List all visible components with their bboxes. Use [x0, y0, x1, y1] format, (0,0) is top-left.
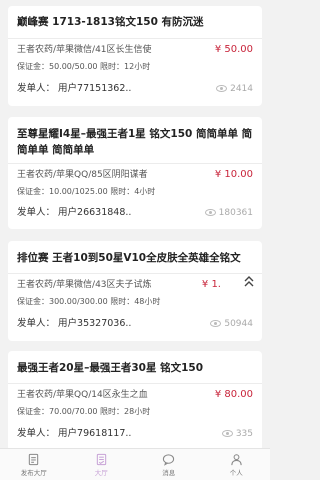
- tab-publish-hall[interactable]: 发布大厅: [0, 449, 68, 480]
- listing-publisher-row: 发单人： 用户77151362.. 2414: [17, 81, 253, 97]
- listing-account-row: 王者农药/苹果微信/43区夫子试炼 ¥ 1.: [17, 277, 253, 293]
- listing-publisher-row: 发单人： 用户35327036.. 50944: [17, 316, 253, 332]
- view-count-value: 335: [235, 429, 253, 439]
- listing-title: 至尊星耀I4星–最强王者1星 铭文150 简简单单 简简单单 简简单单: [17, 128, 253, 156]
- divider: [8, 38, 262, 39]
- listing-terms: 保证金：10.00/1025.00 限时：4小时: [17, 187, 156, 196]
- list-icon: [96, 453, 106, 465]
- divider: [8, 163, 262, 164]
- tab-profile[interactable]: 个人: [203, 449, 271, 480]
- view-count: 335: [221, 426, 253, 442]
- listing-terms: 保证金：50.00/50.00 限时：12小时: [17, 62, 151, 71]
- listing-terms: 保证金：70.00/70.00 限时：28小时: [17, 407, 151, 416]
- view-count-value: 50944: [224, 319, 253, 329]
- listing-account: 王者农药/苹果微信/41区长生信使: [17, 45, 152, 55]
- listing-price: ¥ 50.00: [214, 44, 253, 55]
- view-count-value: 2414: [230, 84, 253, 94]
- listing-price: ¥ 80.00: [214, 389, 253, 400]
- view-count: 50944: [210, 316, 253, 332]
- listing-title: 最强王者20星–最强王者30星 铭文150: [17, 362, 204, 374]
- listing-card[interactable]: 最强王者20星–最强王者30星 铭文150 王者农药/苹果QQ/14区永生之血 …: [8, 351, 262, 448]
- eye-icon: [210, 320, 222, 327]
- view-count: 180361: [204, 205, 253, 221]
- listing-card[interactable]: 至尊星耀I4星–最强王者1星 铭文150 简简单单 简简单单 简简单单 王者农药…: [8, 117, 262, 229]
- chat-bubble-icon: [163, 453, 175, 466]
- listing-publisher: 发单人： 用户77151362..: [17, 83, 132, 94]
- listing-publisher-row: 发单人： 用户26631848.. 180361: [17, 205, 253, 221]
- listing-account: 王者农药/苹果QQ/85区阴阳谋者: [17, 170, 148, 180]
- tab-label: 大厅: [94, 468, 108, 477]
- tab-label: 个人: [229, 468, 243, 477]
- listing-price: ¥ 10.00: [214, 169, 253, 180]
- listing-account-row: 王者农药/苹果QQ/14区永生之血 ¥ 80.00: [17, 387, 253, 403]
- view-count: 2414: [216, 81, 253, 97]
- listing-title: 巅峰赛 1713-1813铭文150 有防沉迷: [17, 16, 204, 28]
- tab-label: 消息: [162, 468, 176, 477]
- view-count-value: 180361: [218, 208, 253, 218]
- divider: [8, 273, 262, 274]
- listing-terms: 保证金：300.00/300.00 限时：48小时: [17, 297, 161, 306]
- listing-account: 王者农药/苹果QQ/14区永生之血: [17, 390, 148, 400]
- divider: [8, 383, 262, 384]
- double-chevron-up-icon[interactable]: [242, 274, 256, 290]
- listing-publisher: 发单人： 用户26631848..: [17, 207, 132, 218]
- listing-title: 排位赛 王者10到50星V10全皮肤全英雄全铭文: [17, 252, 241, 264]
- listing-publisher: 发单人： 用户35327036..: [17, 318, 132, 329]
- bottom-tab-bar: 发布大厅 大厅 消息 个人: [0, 448, 270, 480]
- eye-icon: [204, 209, 216, 216]
- listing-price: ¥ 1.: [201, 279, 221, 290]
- listing-account-row: 王者农药/苹果QQ/85区阴阳谋者 ¥ 10.00: [17, 167, 253, 183]
- tab-hall[interactable]: 大厅: [68, 449, 136, 480]
- listing-account-row: 王者农药/苹果微信/41区长生信使 ¥ 50.00: [17, 42, 253, 58]
- document-icon: [29, 453, 39, 465]
- tab-messages[interactable]: 消息: [135, 449, 203, 480]
- eye-icon: [216, 85, 228, 92]
- listing-account: 王者农药/苹果微信/43区夫子试炼: [17, 280, 152, 290]
- listing-publisher: 发单人： 用户79618117..: [17, 428, 132, 439]
- tab-label: 发布大厅: [20, 468, 47, 477]
- person-icon: [231, 453, 242, 465]
- listing-list: 巅峰赛 1713-1813铭文150 有防沉迷 王者农药/苹果微信/41区长生信…: [0, 0, 270, 448]
- listing-card[interactable]: 巅峰赛 1713-1813铭文150 有防沉迷 王者农药/苹果微信/41区长生信…: [8, 6, 262, 106]
- listing-card[interactable]: 排位赛 王者10到50星V10全皮肤全英雄全铭文 王者农药/苹果微信/43区夫子…: [8, 241, 262, 341]
- eye-icon: [221, 430, 233, 437]
- listing-publisher-row: 发单人： 用户79618117.. 335: [17, 426, 253, 442]
